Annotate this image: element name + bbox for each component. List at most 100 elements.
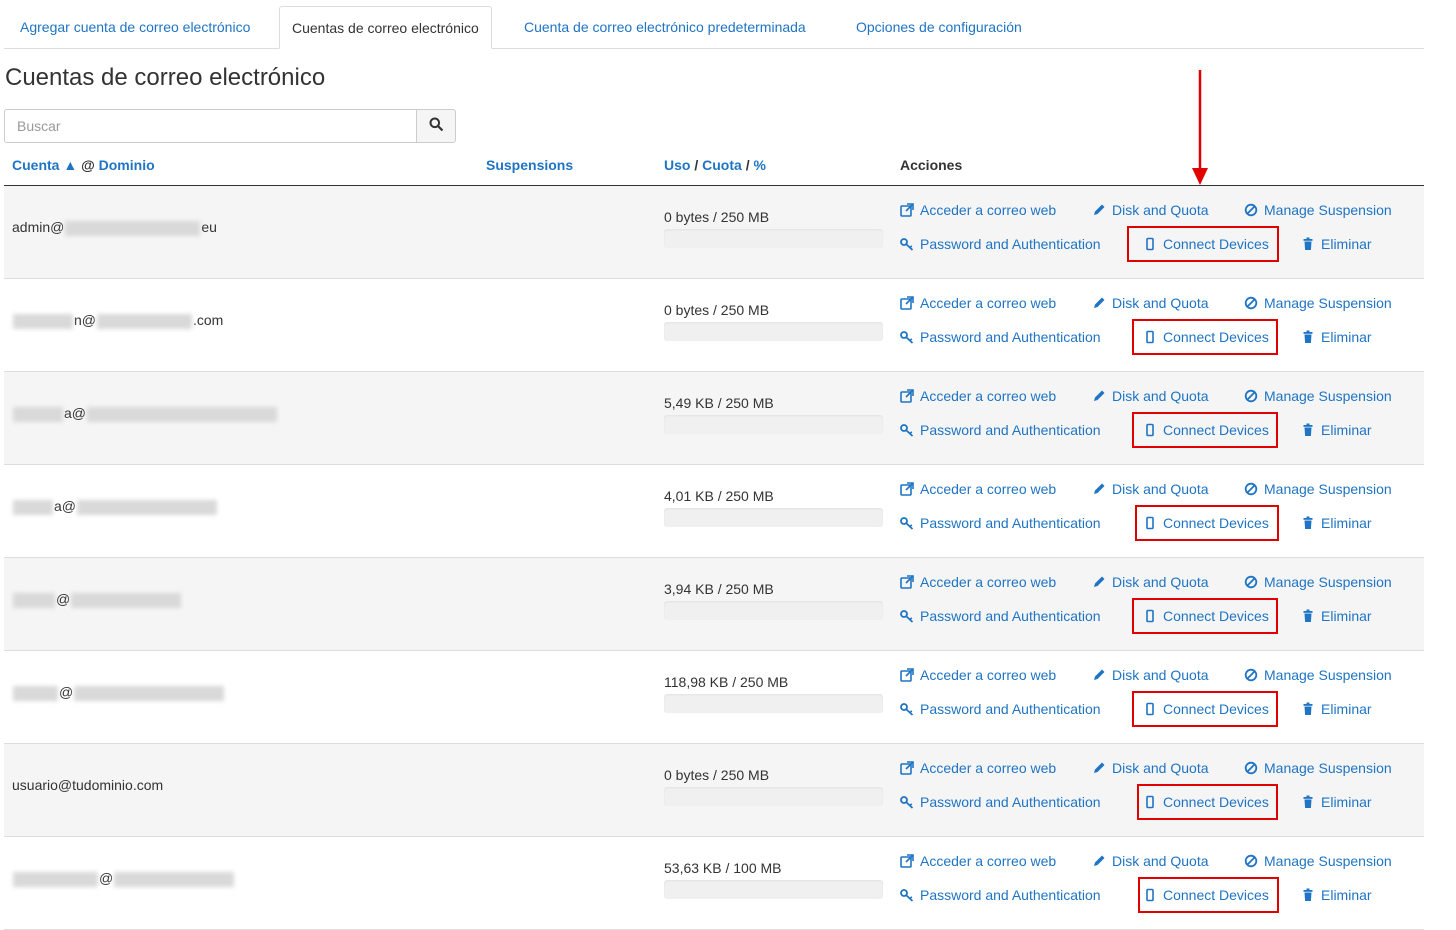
usage-text: 0 bytes / 250 MB bbox=[664, 209, 770, 225]
key-icon bbox=[900, 423, 914, 437]
delete-link[interactable]: Eliminar bbox=[1301, 329, 1372, 345]
sort-ascending-icon: ▲ bbox=[63, 157, 78, 173]
account-address: admin@ eu bbox=[12, 219, 217, 236]
key-icon bbox=[900, 237, 914, 251]
action-label: Disk and Quota bbox=[1112, 853, 1209, 869]
webmail-link[interactable]: Acceder a correo web bbox=[900, 574, 1056, 590]
tab-add-email-account[interactable]: Agregar cuenta de correo electrónico bbox=[8, 6, 262, 47]
sort-percent[interactable]: % bbox=[753, 157, 765, 173]
ban-icon bbox=[1244, 761, 1258, 775]
webmail-link[interactable]: Acceder a correo web bbox=[900, 481, 1056, 497]
password-auth-link[interactable]: Password and Authentication bbox=[900, 794, 1101, 810]
account-prefix: @ bbox=[59, 684, 74, 700]
key-icon bbox=[900, 330, 914, 344]
manage-suspension-link[interactable]: Manage Suspension bbox=[1244, 853, 1392, 869]
usage-progress-bar bbox=[664, 880, 883, 899]
connect-devices-highlight bbox=[1135, 505, 1279, 541]
usage-progress-bar bbox=[664, 787, 883, 806]
trash-icon bbox=[1301, 609, 1315, 623]
search-input[interactable] bbox=[4, 109, 417, 143]
sort-suspensions[interactable]: Suspensions bbox=[486, 157, 573, 173]
redacted-text bbox=[13, 685, 58, 701]
sort-quota[interactable]: Cuota bbox=[702, 157, 742, 173]
manage-suspension-link[interactable]: Manage Suspension bbox=[1244, 760, 1392, 776]
redacted-text bbox=[87, 406, 277, 422]
action-label: Eliminar bbox=[1321, 608, 1372, 624]
action-label: Password and Authentication bbox=[920, 515, 1101, 531]
password-auth-link[interactable]: Password and Authentication bbox=[900, 236, 1101, 252]
disk-quota-link[interactable]: Disk and Quota bbox=[1092, 667, 1209, 683]
redacted-text bbox=[13, 499, 53, 515]
delete-link[interactable]: Eliminar bbox=[1301, 422, 1372, 438]
disk-quota-link[interactable]: Disk and Quota bbox=[1092, 853, 1209, 869]
redacted-text bbox=[74, 685, 225, 701]
usage-progress-bar bbox=[664, 694, 883, 713]
disk-quota-link[interactable]: Disk and Quota bbox=[1092, 760, 1209, 776]
redacted-text bbox=[114, 871, 235, 887]
delete-link[interactable]: Eliminar bbox=[1301, 608, 1372, 624]
redacted-text bbox=[65, 220, 201, 236]
action-label: Manage Suspension bbox=[1264, 853, 1392, 869]
header-at: @ bbox=[81, 157, 95, 173]
ban-icon bbox=[1244, 854, 1258, 868]
delete-link[interactable]: Eliminar bbox=[1301, 515, 1372, 531]
disk-quota-link[interactable]: Disk and Quota bbox=[1092, 388, 1209, 404]
redacted-text bbox=[13, 406, 63, 422]
password-auth-link[interactable]: Password and Authentication bbox=[900, 887, 1101, 903]
manage-suspension-link[interactable]: Manage Suspension bbox=[1244, 202, 1392, 218]
account-address: @ bbox=[12, 591, 182, 608]
webmail-link[interactable]: Acceder a correo web bbox=[900, 388, 1056, 404]
password-auth-link[interactable]: Password and Authentication bbox=[900, 422, 1101, 438]
delete-link[interactable]: Eliminar bbox=[1301, 236, 1372, 252]
trash-icon bbox=[1301, 702, 1315, 716]
webmail-link[interactable]: Acceder a correo web bbox=[900, 760, 1056, 776]
webmail-link[interactable]: Acceder a correo web bbox=[900, 202, 1056, 218]
delete-link[interactable]: Eliminar bbox=[1301, 794, 1372, 810]
delete-link[interactable]: Eliminar bbox=[1301, 701, 1372, 717]
sort-domain[interactable]: Dominio bbox=[99, 157, 155, 173]
disk-quota-link[interactable]: Disk and Quota bbox=[1092, 481, 1209, 497]
account-suffix: .com bbox=[193, 312, 224, 328]
ban-icon bbox=[1244, 575, 1258, 589]
tab-configuration-options[interactable]: Opciones de configuración bbox=[844, 6, 1034, 47]
external-link-icon bbox=[900, 854, 914, 868]
tab-email-accounts[interactable]: Cuentas de correo electrónico bbox=[279, 6, 492, 49]
external-link-icon bbox=[900, 296, 914, 310]
sort-usage[interactable]: Uso bbox=[664, 157, 690, 173]
header-account-domain: Cuenta ▲ @ Dominio bbox=[12, 157, 155, 173]
action-label: Acceder a correo web bbox=[920, 853, 1057, 869]
table-row: n@ .com 0 bytes / 250 MB Acceder a correo w… bbox=[4, 279, 1424, 372]
search-bar bbox=[4, 109, 456, 143]
manage-suspension-link[interactable]: Manage Suspension bbox=[1244, 295, 1392, 311]
password-auth-link[interactable]: Password and Authentication bbox=[900, 515, 1101, 531]
password-auth-link[interactable]: Password and Authentication bbox=[900, 608, 1101, 624]
delete-link[interactable]: Eliminar bbox=[1301, 887, 1372, 903]
sort-account[interactable]: Cuenta bbox=[12, 157, 59, 173]
connect-devices-highlight bbox=[1138, 877, 1279, 913]
action-label: Acceder a correo web bbox=[920, 388, 1057, 404]
external-link-icon bbox=[900, 668, 914, 682]
account-address: n@ .com bbox=[12, 312, 223, 329]
action-label: Manage Suspension bbox=[1264, 202, 1392, 218]
tab-default-email-account[interactable]: Cuenta de correo electrónico predetermin… bbox=[512, 6, 818, 47]
manage-suspension-link[interactable]: Manage Suspension bbox=[1244, 388, 1392, 404]
webmail-link[interactable]: Acceder a correo web bbox=[900, 667, 1056, 683]
action-label: Acceder a correo web bbox=[920, 760, 1057, 776]
manage-suspension-link[interactable]: Manage Suspension bbox=[1244, 481, 1392, 497]
action-label: Disk and Quota bbox=[1112, 388, 1209, 404]
trash-icon bbox=[1301, 423, 1315, 437]
disk-quota-link[interactable]: Disk and Quota bbox=[1092, 202, 1209, 218]
ban-icon bbox=[1244, 203, 1258, 217]
disk-quota-link[interactable]: Disk and Quota bbox=[1092, 295, 1209, 311]
search-button[interactable] bbox=[416, 109, 456, 143]
password-auth-link[interactable]: Password and Authentication bbox=[900, 701, 1101, 717]
webmail-link[interactable]: Acceder a correo web bbox=[900, 853, 1056, 869]
key-icon bbox=[900, 516, 914, 530]
password-auth-link[interactable]: Password and Authentication bbox=[900, 329, 1101, 345]
account-prefix: a@ bbox=[54, 498, 76, 514]
disk-quota-link[interactable]: Disk and Quota bbox=[1092, 574, 1209, 590]
webmail-link[interactable]: Acceder a correo web bbox=[900, 295, 1056, 311]
manage-suspension-link[interactable]: Manage Suspension bbox=[1244, 574, 1392, 590]
manage-suspension-link[interactable]: Manage Suspension bbox=[1244, 667, 1392, 683]
usage-text: 53,63 KB / 100 MB bbox=[664, 860, 782, 876]
